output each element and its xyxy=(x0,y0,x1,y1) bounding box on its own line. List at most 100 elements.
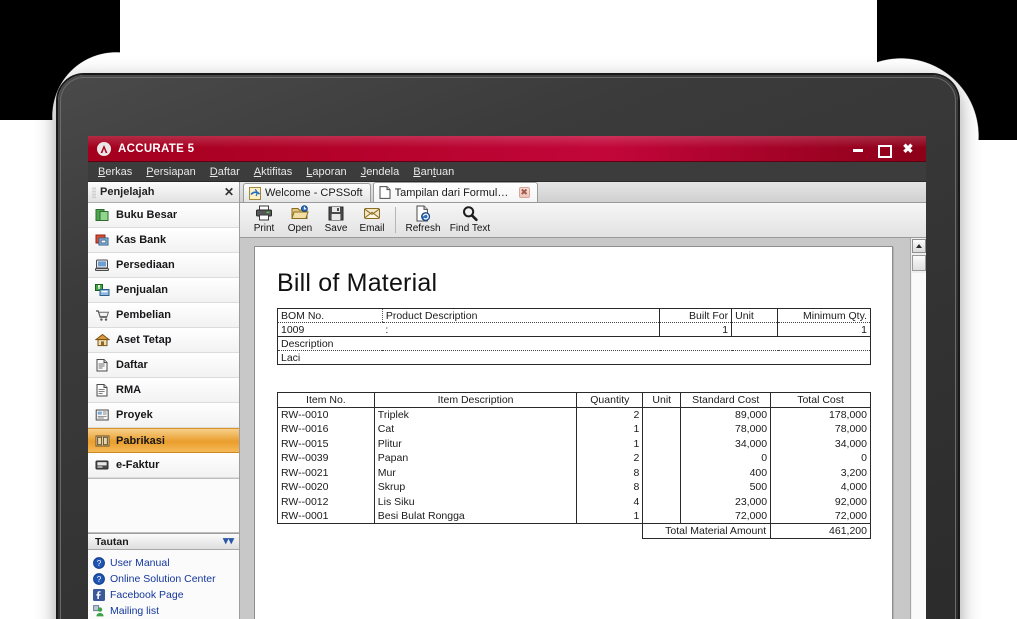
bom-col-built-for: Built For xyxy=(659,308,732,323)
chevron-down-icon[interactable]: ▾▾ xyxy=(223,536,234,547)
drag-grip-icon[interactable] xyxy=(92,186,96,198)
menu-item-berkas[interactable]: Berkas xyxy=(98,166,132,178)
work-area: Penjelajah ✕ Buku Besar Kas Bank Persedi… xyxy=(88,182,926,619)
help-icon: ? xyxy=(93,557,105,569)
sidebar-item-pembelian[interactable]: Pembelian xyxy=(88,303,239,328)
factory-icon xyxy=(95,434,110,448)
total-row: Total Material Amount 461,200 xyxy=(277,523,871,539)
menu-item-laporan[interactable]: Laporan xyxy=(306,166,346,178)
items-col-quantity: Quantity xyxy=(576,392,644,408)
items-col-item-no: Item No. xyxy=(277,392,375,408)
toolbar-label: Print xyxy=(253,222,275,234)
chevron-up-icon xyxy=(915,244,922,248)
project-icon xyxy=(95,408,110,422)
cell-total-cost: 3,200 xyxy=(770,465,871,480)
maximize-button[interactable] xyxy=(877,143,892,158)
sidebar-item-e-faktur[interactable]: e-Faktur xyxy=(88,453,239,478)
cell-unit xyxy=(642,436,682,451)
envelope-icon xyxy=(363,205,381,222)
sidebar-item-persediaan[interactable]: Persediaan xyxy=(88,253,239,278)
cell-total-cost: 178,000 xyxy=(770,407,871,422)
items-col-item-description: Item Description xyxy=(373,392,578,408)
toolbar-label: Email xyxy=(359,222,385,234)
sidebar-item-penjualan[interactable]: Penjualan xyxy=(88,278,239,303)
table-row: RW--0039 Papan 2 0 0 xyxy=(277,451,871,466)
floppy-disk-icon xyxy=(327,205,345,222)
link-item-user-manual[interactable]: ? User Manual xyxy=(93,555,239,571)
menu-item-aktifitas[interactable]: Aktifitas xyxy=(254,166,293,178)
cell-unit xyxy=(642,451,682,466)
sidebar-item-proyek[interactable]: Proyek xyxy=(88,403,239,428)
link-item-online-solution-center[interactable]: ? Online Solution Center xyxy=(93,571,239,587)
table-row: RW--0010 Triplek 2 89,000 178,000 xyxy=(277,407,871,422)
sidebar-item-daftar[interactable]: Daftar xyxy=(88,353,239,378)
open-button[interactable]: Open xyxy=(282,204,318,237)
close-icon[interactable]: ✖ xyxy=(518,187,530,198)
refresh-button[interactable]: Refresh xyxy=(401,204,445,237)
sidebar-label: Daftar xyxy=(116,359,148,371)
menu-item-persiapan[interactable]: Persiapan xyxy=(146,166,196,178)
link-label: Online Solution Center xyxy=(110,573,216,585)
cell-total-cost: 0 xyxy=(770,451,871,466)
scrollbar-thumb[interactable] xyxy=(911,255,926,271)
explorer-close-icon[interactable]: ✕ xyxy=(224,186,234,198)
sidebar-item-kas-bank[interactable]: Kas Bank xyxy=(88,228,239,253)
find-text-button[interactable]: Find Text xyxy=(445,204,495,237)
total-label: Total Material Amount xyxy=(642,523,772,539)
cell-qty: 8 xyxy=(576,480,644,495)
cell-qty: 1 xyxy=(576,422,644,437)
links-section-header[interactable]: Tautan ▾▾ xyxy=(88,533,239,550)
menu-item-jendela[interactable]: Jendela xyxy=(361,166,400,178)
sidebar-label: Persediaan xyxy=(116,259,175,271)
email-button[interactable]: Email xyxy=(354,204,390,237)
bom-value-product-description: : xyxy=(382,322,660,337)
sidebar-label: Buku Besar xyxy=(116,209,178,221)
tab-label: Tampilan dari Formula... xyxy=(394,186,512,199)
close-button[interactable]: ✖ xyxy=(902,142,914,155)
cell-unit xyxy=(642,494,682,509)
toolbar-label: Find Text xyxy=(449,222,491,234)
mailinglist-icon xyxy=(93,605,105,617)
link-item-mailing-list[interactable]: Mailing list xyxy=(93,603,239,619)
print-button[interactable]: Print xyxy=(246,204,282,237)
bom-description-value: Laci xyxy=(281,351,301,364)
rma-icon xyxy=(95,383,110,397)
svg-text:?: ? xyxy=(97,559,102,568)
bom-header-row: BOM No. Product Description Built For Un… xyxy=(277,308,871,323)
facebook-icon xyxy=(93,589,105,601)
save-button[interactable]: Save xyxy=(318,204,354,237)
minimize-button[interactable] xyxy=(852,143,864,155)
cell-total-cost: 92,000 xyxy=(770,494,871,509)
sidebar-label: e-Faktur xyxy=(116,459,160,471)
link-item-facebook-page[interactable]: Facebook Page xyxy=(93,587,239,603)
menu-item-daftar[interactable]: Daftar xyxy=(210,166,240,178)
inventory-icon xyxy=(95,258,110,272)
corner-mask-top-left xyxy=(0,0,120,120)
sidebar-label: Kas Bank xyxy=(116,234,167,246)
sidebar-item-rma[interactable]: RMA xyxy=(88,378,239,403)
items-col-standard-cost: Standard Cost xyxy=(680,392,772,408)
vertical-scrollbar[interactable] xyxy=(910,238,926,619)
cell-item-no: RW--0020 xyxy=(277,480,375,495)
window-title: ACCURATE 5 xyxy=(118,142,195,155)
tab-tampilan-dari-formula[interactable]: Tampilan dari Formula... ✖ xyxy=(372,182,538,202)
sidebar-item-pabrikasi[interactable]: Pabrikasi xyxy=(88,428,239,453)
cart-icon xyxy=(95,308,110,322)
sidebar-item-aset-tetap[interactable]: Aset Tetap xyxy=(88,328,239,353)
cell-unit xyxy=(642,480,682,495)
tab-strip: Welcome - CPSSoft Tampilan dari Formula.… xyxy=(240,182,926,203)
sidebar-item-buku-besar[interactable]: Buku Besar xyxy=(88,203,239,228)
tab-welcome-cpssoft[interactable]: Welcome - CPSSoft xyxy=(243,183,371,202)
cell-description: Mur xyxy=(373,465,578,480)
browser-icon xyxy=(249,186,261,200)
scroll-up-button[interactable] xyxy=(911,239,926,253)
menu-item-bantuan[interactable]: Bantuan xyxy=(413,166,454,178)
cell-qty: 4 xyxy=(576,494,644,509)
cell-description: Lis Siku xyxy=(373,494,578,509)
cell-standard-cost: 0 xyxy=(680,451,772,466)
scrollbar-track[interactable] xyxy=(911,273,926,619)
explorer-nav-list: Buku Besar Kas Bank Persediaan Penjualan… xyxy=(88,203,239,479)
bom-values-row: 1009 : 1 1 xyxy=(277,322,871,337)
corner-mask-top-right xyxy=(877,0,1017,140)
bom-col-bom-no: BOM No. xyxy=(277,308,383,323)
